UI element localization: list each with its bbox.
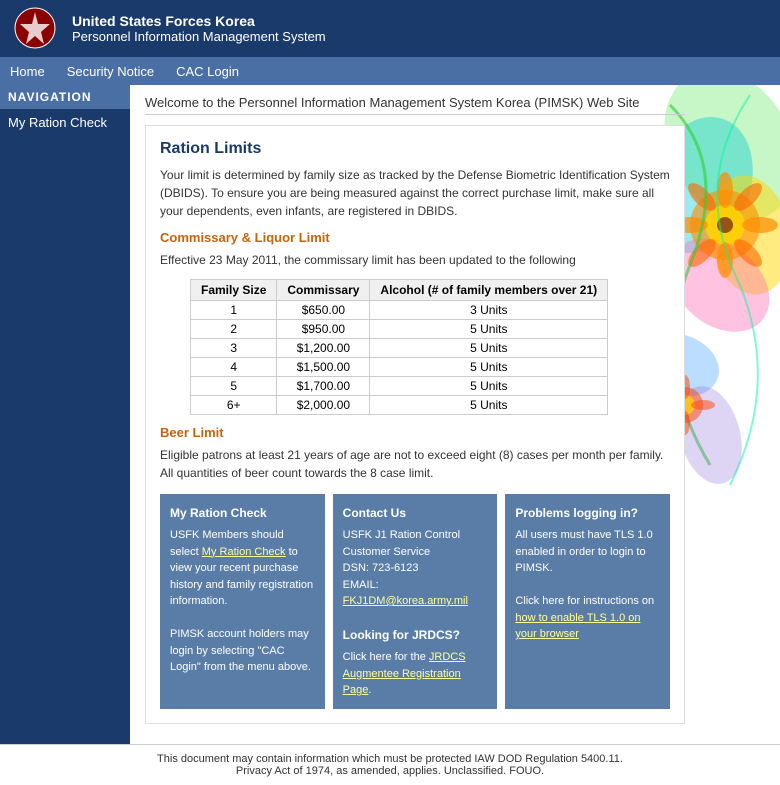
info-box-1-body: USFK Members should select My Ration Che… [170,527,315,610]
table-cell: 3 [191,339,277,358]
table-cell: 5 Units [370,358,608,377]
table-cell: 3 Units [370,301,608,320]
table-cell: 5 [191,377,277,396]
commissary-title: Commissary & Liquor Limit [160,230,670,245]
table-header-alcohol: Alcohol (# of family members over 21) [370,280,608,301]
welcome-heading: Welcome to the Personnel Information Man… [145,95,685,115]
info-box-1-body2: PIMSK account holders may login by selec… [170,626,315,676]
header-text: United States Forces Korea Personnel Inf… [72,13,326,44]
org-name: United States Forces Korea [72,13,326,29]
my-ration-check-link[interactable]: My Ration Check [202,546,286,558]
table-cell: 1 [191,301,277,320]
page-header: United States Forces Korea Personnel Inf… [0,0,780,57]
table-row: 5$1,700.005 Units [191,377,608,396]
tls-link[interactable]: how to enable TLS 1.0 on your browser [515,612,640,641]
system-name: Personnel Information Management System [72,29,326,44]
jrdcs-title: Looking for JRDCS? [343,626,488,644]
info-box-1-title: My Ration Check [170,504,315,522]
content-area: Welcome to the Personnel Information Man… [130,85,780,744]
table-cell: 5 Units [370,339,608,358]
usfk-logo [10,6,60,51]
contact-email: EMAIL: FKJ1DM@korea.army.mil [343,577,488,610]
info-box-3-title: Problems logging in? [515,504,660,522]
table-row: 4$1,500.005 Units [191,358,608,377]
jrdcs-body: Click here for the JRDCS Augmentee Regis… [343,649,488,699]
beer-text: Eligible patrons at least 21 years of ag… [160,446,670,482]
sidebar-nav-label: NAVIGATION [0,85,130,109]
table-row: 3$1,200.005 Units [191,339,608,358]
sidebar-item-my-ration-check[interactable]: My Ration Check [0,109,130,136]
contact-email-link[interactable]: FKJ1DM@korea.army.mil [343,595,468,607]
main-layout: NAVIGATION My Ration Check [0,85,780,744]
info-box-contact: Contact Us USFK J1 Ration Control Custom… [333,494,498,709]
table-header-family-size: Family Size [191,280,277,301]
table-row: 2$950.005 Units [191,320,608,339]
table-cell: 6+ [191,396,277,415]
table-cell: 4 [191,358,277,377]
table-cell: 5 Units [370,377,608,396]
table-cell: $950.00 [277,320,370,339]
commissary-intro: Effective 23 May 2011, the commissary li… [160,251,670,269]
page-footer: This document may contain information wh… [0,744,780,785]
content-inner: Welcome to the Personnel Information Man… [130,85,700,744]
contact-dsn: DSN: 723-6123 [343,560,488,577]
info-box-2-title: Contact Us [343,504,488,522]
main-content-box: Ration Limits Your limit is determined b… [145,125,685,724]
info-box-my-ration-check: My Ration Check USFK Members should sele… [160,494,325,709]
nav-cac-login[interactable]: CAC Login [174,60,241,83]
table-cell: $1,200.00 [277,339,370,358]
jrdcs-link[interactable]: JRDCS Augmentee Registration Page [343,651,466,696]
info-box-login: Problems logging in? All users must have… [505,494,670,709]
nav-home[interactable]: Home [8,60,47,83]
intro-text: Your limit is determined by family size … [160,166,670,220]
footer-line2: Privacy Act of 1974, as amended, applies… [8,765,772,777]
footer-line1: This document may contain information wh… [8,753,772,765]
login-body: All users must have TLS 1.0 enabled in o… [515,527,660,577]
beer-title: Beer Limit [160,425,670,440]
navbar: Home Security Notice CAC Login [0,57,780,85]
login-instructions: Click here for instructions on how to en… [515,593,660,643]
table-cell: $650.00 [277,301,370,320]
contact-body: USFK J1 Ration Control Customer Service [343,527,488,560]
table-cell: $1,500.00 [277,358,370,377]
info-boxes: My Ration Check USFK Members should sele… [160,494,670,709]
table-cell: 5 Units [370,396,608,415]
section-title: Ration Limits [160,140,670,158]
sidebar: NAVIGATION My Ration Check [0,85,130,744]
table-header-commissary: Commissary [277,280,370,301]
table-cell: 2 [191,320,277,339]
table-row: 1$650.003 Units [191,301,608,320]
table-cell: 5 Units [370,320,608,339]
table-cell: $1,700.00 [277,377,370,396]
table-row: 6+$2,000.005 Units [191,396,608,415]
ration-table: Family Size Commissary Alcohol (# of fam… [190,279,608,415]
table-cell: $2,000.00 [277,396,370,415]
nav-security-notice[interactable]: Security Notice [65,60,156,83]
